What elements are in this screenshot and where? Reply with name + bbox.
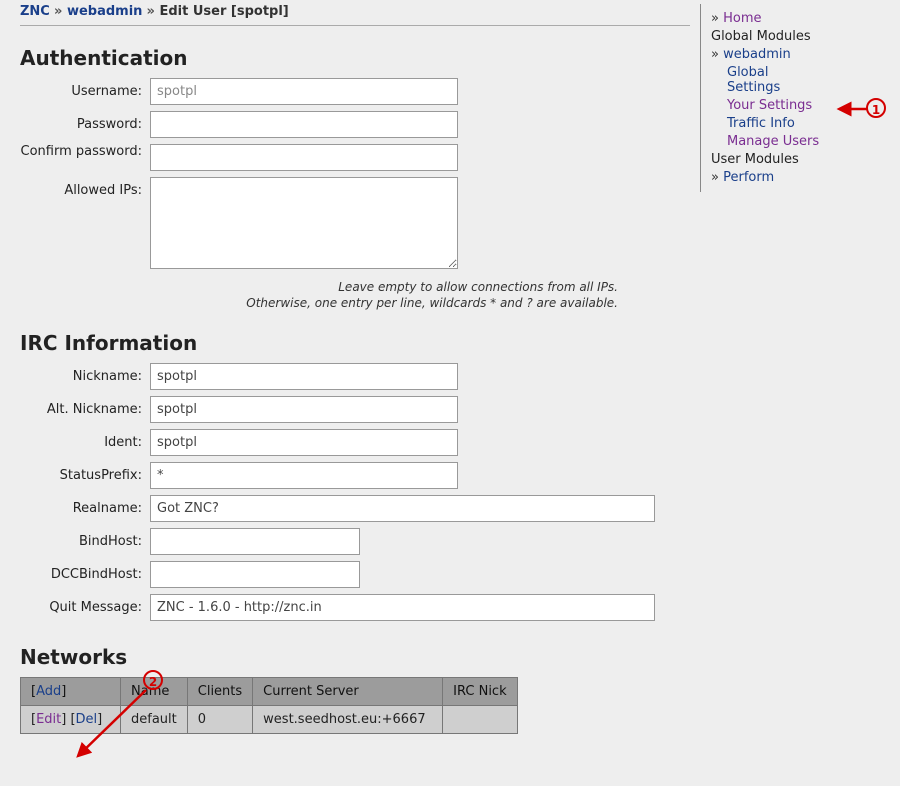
realname-input[interactable] <box>150 495 655 522</box>
breadcrumb-leaf: Edit User [spotpl] <box>159 4 288 19</box>
dccbindhost-input[interactable] <box>150 561 360 588</box>
nickname-input[interactable] <box>150 363 458 390</box>
section-auth-heading: Authentication <box>20 46 690 70</box>
dccbindhost-label: DCCBindHost: <box>20 561 150 582</box>
quitmsg-input[interactable] <box>150 594 655 621</box>
col-clients: Clients <box>187 678 252 706</box>
section-networks-heading: Networks <box>20 645 690 669</box>
network-del-link[interactable]: Del <box>76 712 98 727</box>
breadcrumb-webadmin[interactable]: webadmin <box>67 4 142 19</box>
statusprefix-label: StatusPrefix: <box>20 462 150 483</box>
sidebar-manage-users[interactable]: Manage Users <box>727 134 819 149</box>
nickname-label: Nickname: <box>20 363 150 384</box>
annotation-circle-1: 1 <box>866 98 886 118</box>
section-irc-heading: IRC Information <box>20 331 690 355</box>
ident-input[interactable] <box>150 429 458 456</box>
username-input <box>150 78 458 105</box>
ident-label: Ident: <box>20 429 150 450</box>
network-add-link[interactable]: Add <box>36 684 61 699</box>
col-ircnick: IRC Nick <box>443 678 517 706</box>
allowed-ips-hint: Leave empty to allow connections from al… <box>150 279 618 311</box>
cell-ircnick <box>443 706 517 734</box>
cell-clients: 0 <box>187 706 252 734</box>
sidebar-user-modules-heading: User Modules <box>711 152 885 167</box>
confirm-password-label: Confirm password: <box>20 144 150 159</box>
annotation-circle-2: 2 <box>143 670 163 690</box>
breadcrumb-znc[interactable]: ZNC <box>20 4 50 19</box>
statusprefix-input[interactable] <box>150 462 458 489</box>
allowed-ips-label: Allowed IPs: <box>20 177 150 198</box>
quitmsg-label: Quit Message: <box>20 594 150 615</box>
username-label: Username: <box>20 78 150 99</box>
altnickname-input[interactable] <box>150 396 458 423</box>
breadcrumb: ZNC » webadmin » Edit User [spotpl] <box>20 4 690 26</box>
sidebar-traffic-info[interactable]: Traffic Info <box>727 116 795 131</box>
sidebar-perform[interactable]: Perform <box>723 170 774 185</box>
col-server: Current Server <box>253 678 443 706</box>
sidebar-your-settings[interactable]: Your Settings <box>727 98 812 113</box>
networks-table: [Add] Name Clients Current Server IRC Ni… <box>20 677 518 734</box>
cell-server: west.seedhost.eu:+6667 <box>253 706 443 734</box>
bindhost-label: BindHost: <box>20 528 150 549</box>
sidebar-home[interactable]: Home <box>723 11 761 26</box>
confirm-password-input[interactable] <box>150 144 458 171</box>
password-label: Password: <box>20 111 150 132</box>
sidebar: » Home Global Modules » webadmin GlobalS… <box>700 4 885 192</box>
sidebar-global-settings[interactable]: GlobalSettings <box>727 65 780 95</box>
altnickname-label: Alt. Nickname: <box>20 396 150 417</box>
sidebar-webadmin[interactable]: webadmin <box>723 47 791 62</box>
table-row: [Edit] [Del] default 0 west.seedhost.eu:… <box>21 706 518 734</box>
network-edit-link[interactable]: Edit <box>36 712 61 727</box>
password-input[interactable] <box>150 111 458 138</box>
allowed-ips-textarea[interactable] <box>150 177 458 269</box>
cell-name: default <box>121 706 188 734</box>
sidebar-global-modules-heading: Global Modules <box>711 29 885 44</box>
realname-label: Realname: <box>20 495 150 516</box>
bindhost-input[interactable] <box>150 528 360 555</box>
